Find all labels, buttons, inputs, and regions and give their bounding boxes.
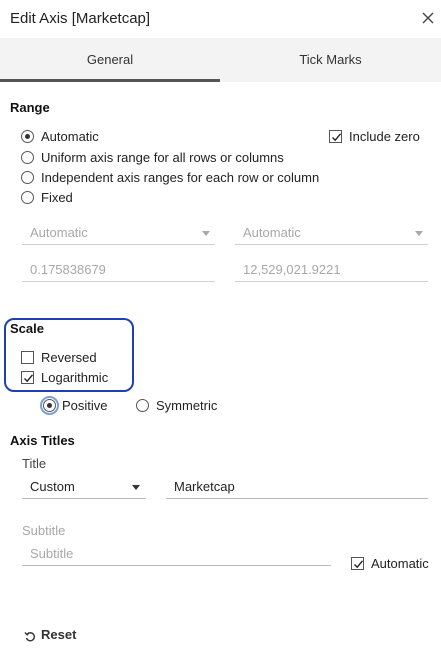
subtitle-automatic-checkbox[interactable] bbox=[351, 557, 364, 570]
scale-heading: Scale bbox=[10, 321, 44, 336]
range-start-dropdown[interactable]: Automatic bbox=[30, 225, 88, 240]
chevron-down-icon bbox=[415, 231, 423, 236]
reset-icon[interactable] bbox=[24, 629, 36, 642]
range-heading: Range bbox=[10, 100, 50, 115]
tab-selected-indicator bbox=[0, 79, 220, 82]
title-label: Title bbox=[22, 456, 47, 471]
range-uniform-radio[interactable] bbox=[21, 151, 34, 164]
range-end-input[interactable]: 12,529,021.9221 bbox=[243, 262, 341, 277]
range-uniform-label[interactable]: Uniform axis range for all rows or colum… bbox=[41, 150, 284, 165]
include-zero-checkbox[interactable] bbox=[329, 130, 342, 143]
chevron-down-icon bbox=[132, 485, 140, 490]
positive-radio[interactable] bbox=[40, 396, 59, 415]
range-start-input[interactable]: 0.175838679 bbox=[30, 262, 106, 277]
title-mode-dropdown[interactable]: Custom bbox=[30, 479, 75, 494]
dialog-title: Edit Axis [Marketcap] bbox=[10, 10, 151, 27]
range-fixed-radio[interactable] bbox=[21, 191, 34, 204]
title-mode-underline bbox=[22, 498, 146, 499]
subtitle-automatic-label[interactable]: Automatic bbox=[371, 556, 429, 571]
logarithmic-label[interactable]: Logarithmic bbox=[41, 370, 108, 385]
range-automatic-radio[interactable] bbox=[21, 130, 34, 143]
tab-general[interactable]: General bbox=[0, 38, 220, 82]
reset-button[interactable]: Reset bbox=[41, 627, 76, 642]
subtitle-input-underline bbox=[22, 565, 331, 566]
chevron-down-icon bbox=[202, 231, 210, 236]
range-independent-label[interactable]: Independent axis ranges for each row or … bbox=[41, 170, 319, 185]
range-start-dropdown-underline bbox=[22, 244, 215, 245]
title-input[interactable]: Marketcap bbox=[174, 479, 235, 494]
positive-label[interactable]: Positive bbox=[62, 398, 108, 413]
range-end-input-underline bbox=[235, 281, 428, 282]
tab-tick-marks[interactable]: Tick Marks bbox=[220, 38, 441, 82]
range-start-input-underline bbox=[22, 281, 215, 282]
include-zero-label[interactable]: Include zero bbox=[349, 129, 420, 144]
tab-bar: General Tick Marks bbox=[0, 38, 441, 82]
title-input-underline bbox=[166, 498, 428, 499]
range-end-dropdown[interactable]: Automatic bbox=[243, 225, 301, 240]
symmetric-radio[interactable] bbox=[136, 399, 149, 412]
close-icon[interactable] bbox=[421, 11, 435, 25]
axis-titles-heading: Axis Titles bbox=[10, 433, 75, 448]
logarithmic-checkbox[interactable] bbox=[21, 371, 34, 384]
symmetric-label[interactable]: Symmetric bbox=[156, 398, 217, 413]
subtitle-label: Subtitle bbox=[22, 523, 66, 538]
subtitle-input[interactable]: Subtitle bbox=[30, 546, 73, 561]
range-independent-radio[interactable] bbox=[21, 171, 34, 184]
range-end-dropdown-underline bbox=[235, 244, 428, 245]
reversed-checkbox[interactable] bbox=[21, 351, 34, 364]
range-automatic-label[interactable]: Automatic bbox=[41, 129, 99, 144]
reversed-label[interactable]: Reversed bbox=[41, 350, 97, 365]
range-fixed-label[interactable]: Fixed bbox=[41, 190, 73, 205]
